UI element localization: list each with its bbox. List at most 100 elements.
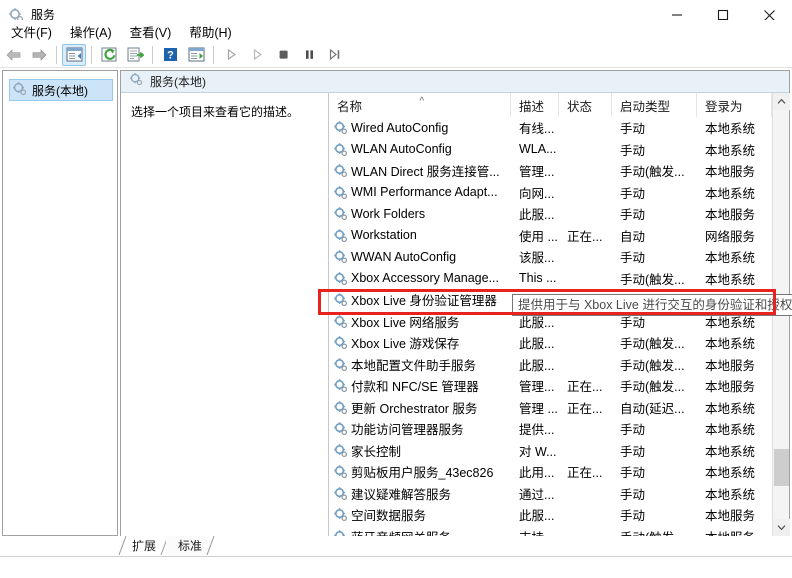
scrollbar-thumb[interactable]: [774, 449, 789, 486]
cell-log-on-as: 本地系统: [697, 268, 772, 290]
service-name-label: Xbox Live 网络服务: [351, 312, 459, 331]
cell-service-name: Wired AutoConfig: [329, 117, 511, 139]
table-row[interactable]: 空间数据服务此服...手动本地服务: [329, 504, 789, 526]
table-row[interactable]: Wired AutoConfig有线...手动本地系统: [329, 117, 789, 139]
cell-service-name: Xbox Live 游戏保存: [329, 332, 511, 354]
stop-service-icon[interactable]: [271, 44, 295, 66]
tab-extended-label: 扩展: [132, 537, 156, 554]
cell-status: [559, 246, 612, 268]
column-header-status[interactable]: 状态: [559, 93, 612, 117]
table-row[interactable]: 蓝牙音频网关服务支持...手动(触发本地服务: [329, 526, 789, 537]
cell-description: 管理...: [511, 375, 559, 397]
sidebar-item-services-local[interactable]: 服务(本地): [9, 79, 113, 101]
service-gear-icon: [333, 206, 348, 221]
table-row[interactable]: 剪贴板用户服务_43ec826此用...正在...手动本地系统: [329, 461, 789, 483]
menu-view[interactable]: 查看(V): [121, 20, 181, 43]
menu-help[interactable]: 帮助(H): [180, 20, 240, 43]
services-gear-icon: [12, 81, 27, 99]
cell-description: This ...: [511, 268, 559, 290]
help-icon[interactable]: ?: [158, 44, 182, 66]
service-name-label: Workstation: [351, 228, 417, 242]
table-row[interactable]: Workstation使用 ...正在...自动网络服务: [329, 225, 789, 247]
cell-startup-type: 手动: [612, 461, 697, 483]
cell-log-on-as: 本地服务: [697, 160, 772, 182]
column-header-name[interactable]: 名称 ^: [329, 93, 511, 117]
cell-startup-type: 手动(触发...: [612, 160, 697, 182]
cell-status: [559, 139, 612, 161]
service-gear-icon: [333, 486, 348, 501]
table-row[interactable]: 本地配置文件助手服务此服...手动(触发...本地服务: [329, 354, 789, 376]
service-description-panel: 选择一个项目来查看它的描述。: [121, 93, 328, 536]
table-row[interactable]: 建议疑难解答服务通过...手动本地系统: [329, 483, 789, 505]
service-description-tooltip: 提供用于与 Xbox Live 进行交互的身份验证和授权服: [512, 294, 792, 316]
table-row[interactable]: Work Folders此服...手动本地服务: [329, 203, 789, 225]
pane-header: 服务(本地): [121, 71, 789, 93]
cell-description: 通过...: [511, 483, 559, 505]
tab-extended[interactable]: 扩展: [120, 536, 164, 555]
menu-action[interactable]: 操作(A): [61, 20, 121, 43]
table-row[interactable]: 功能访问管理器服务提供...手动本地系统: [329, 418, 789, 440]
show-action-pane-icon[interactable]: [184, 44, 208, 66]
start-service-icon[interactable]: [219, 44, 243, 66]
menu-file[interactable]: 文件(F): [2, 20, 61, 43]
column-header-description[interactable]: 描述: [511, 93, 559, 117]
service-gear-icon: [333, 120, 348, 135]
scroll-down-button[interactable]: [773, 519, 790, 536]
cell-service-name: WMI Performance Adapt...: [329, 182, 511, 204]
service-gear-icon: [333, 357, 348, 372]
back-icon[interactable]: [1, 44, 25, 66]
table-row[interactable]: WLAN Direct 服务连接管...管理...手动(触发...本地服务: [329, 160, 789, 182]
service-gear-icon: [333, 335, 348, 350]
service-gear-icon: [333, 249, 348, 264]
table-row[interactable]: WMI Performance Adapt...向网...手动本地系统: [329, 182, 789, 204]
table-row[interactable]: WWAN AutoConfig该服...手动本地系统: [329, 246, 789, 268]
toolbar-separator-2: [91, 46, 92, 64]
cell-log-on-as: 本地服务: [697, 526, 772, 537]
cell-status: [559, 504, 612, 526]
column-header-startup-type[interactable]: 启动类型: [612, 93, 697, 117]
menu-bar: 文件(F) 操作(A) 查看(V) 帮助(H): [0, 20, 792, 42]
service-name-label: Xbox Accessory Manage...: [351, 271, 499, 285]
resume-service-icon[interactable]: [245, 44, 269, 66]
tab-standard[interactable]: 标准: [166, 536, 210, 555]
cell-description: WLA...: [511, 139, 559, 161]
service-name-label: Work Folders: [351, 207, 425, 221]
refresh-icon[interactable]: [97, 44, 121, 66]
table-row[interactable]: Xbox Live 游戏保存此服...手动(触发...本地系统: [329, 332, 789, 354]
sidebar-item-label: 服务(本地): [32, 82, 88, 99]
table-row[interactable]: 付款和 NFC/SE 管理器管理...正在...手动(触发...本地服务: [329, 375, 789, 397]
forward-icon[interactable]: [27, 44, 51, 66]
scroll-up-button[interactable]: [773, 93, 790, 110]
svg-text:?: ?: [167, 49, 174, 61]
cell-description: 使用 ...: [511, 225, 559, 247]
service-name-label: 本地配置文件助手服务: [351, 355, 476, 374]
table-row[interactable]: WLAN AutoConfigWLA...手动本地系统: [329, 139, 789, 161]
restart-service-icon[interactable]: [323, 44, 347, 66]
cell-service-name: Work Folders: [329, 203, 511, 225]
table-row[interactable]: 更新 Orchestrator 服务管理 ...正在...自动(延迟...本地系…: [329, 397, 789, 419]
export-list-icon[interactable]: [123, 44, 147, 66]
cell-status: [559, 182, 612, 204]
table-row[interactable]: Xbox Accessory Manage...This ...手动(触发...…: [329, 268, 789, 290]
pane-header-title: 服务(本地): [150, 73, 206, 90]
cell-status: [559, 526, 612, 537]
cell-description: 此服...: [511, 332, 559, 354]
cell-startup-type: 手动: [612, 117, 697, 139]
show-hide-console-tree-icon[interactable]: [62, 44, 86, 66]
table-row[interactable]: 家长控制对 W...手动本地系统: [329, 440, 789, 462]
toolbar: ?: [0, 42, 792, 68]
cell-status: 正在...: [559, 397, 612, 419]
cell-service-name: WLAN Direct 服务连接管...: [329, 160, 511, 182]
service-gear-icon: [333, 421, 348, 436]
pause-service-icon[interactable]: [297, 44, 321, 66]
cell-description: 提供...: [511, 418, 559, 440]
service-name-label: 付款和 NFC/SE 管理器: [351, 376, 479, 395]
cell-startup-type: 手动(触发...: [612, 375, 697, 397]
cell-startup-type: 手动: [612, 504, 697, 526]
cell-service-name: 建议疑难解答服务: [329, 483, 511, 505]
tab-standard-label: 标准: [178, 537, 202, 554]
service-name-label: WMI Performance Adapt...: [351, 185, 498, 199]
column-header-log-on-as[interactable]: 登录为: [697, 93, 772, 117]
cell-description: 向网...: [511, 182, 559, 204]
service-gear-icon: [333, 142, 348, 157]
